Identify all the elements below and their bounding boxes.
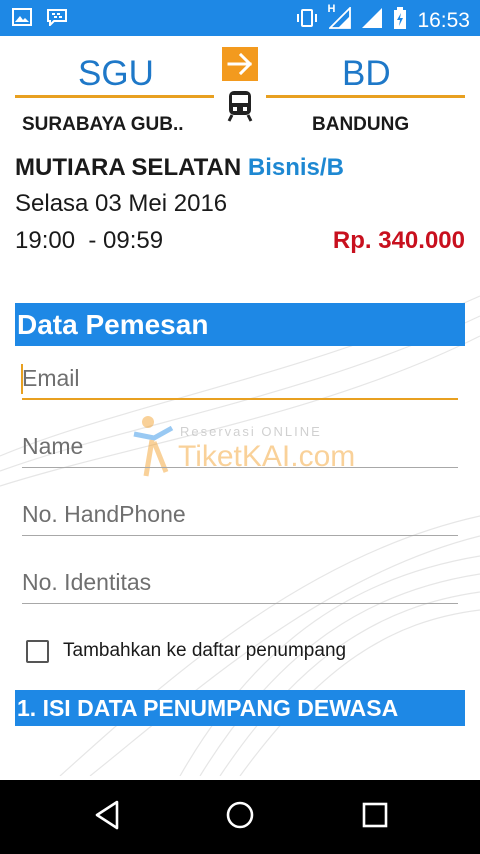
navigation-bar: [0, 780, 480, 854]
recent-apps-button[interactable]: [360, 798, 390, 837]
id-placeholder: No. Identitas: [22, 569, 152, 595]
battery-charging-icon: [393, 7, 407, 34]
email-placeholder: Email: [22, 365, 80, 391]
email-underline: [22, 398, 458, 400]
section-header-adult-passenger: 1. ISI DATA PENUMPANG DEWASA: [15, 690, 465, 726]
direction-arrow-icon: [222, 47, 258, 81]
phone-underline: [22, 535, 458, 536]
clock: 16:53: [417, 8, 470, 32]
back-button[interactable]: [92, 798, 122, 837]
section-title: Data Pemesan: [17, 309, 209, 340]
name-placeholder: Name: [22, 433, 84, 459]
train-icon: [226, 90, 254, 127]
route-line-left: [15, 95, 214, 98]
train-name: MUTIARA SELATAN: [15, 154, 242, 181]
home-circle-icon: [226, 801, 254, 829]
add-to-passenger-list-checkbox[interactable]: Tambahkan ke daftar penumpang: [26, 637, 346, 665]
bbm-icon: [46, 8, 68, 31]
section-header-data-pemesan: Data Pemesan: [15, 303, 465, 346]
passenger-section-title: 1. ISI DATA PENUMPANG DEWASA: [17, 695, 399, 721]
phone-placeholder: No. HandPhone: [22, 501, 186, 527]
train-info: MUTIARA SELATAN Bisnis/B: [15, 154, 344, 182]
ticket-price: Rp. 340.000: [332, 227, 465, 254]
destination-code: BD: [342, 54, 391, 93]
signal-icon: [361, 7, 383, 34]
home-button[interactable]: [224, 798, 256, 837]
vibrate-icon: [295, 8, 319, 33]
id-number-field[interactable]: No. Identitas: [22, 564, 458, 604]
name-field[interactable]: Name: [22, 428, 458, 468]
image-icon: [12, 8, 32, 31]
origin-code: SGU: [78, 54, 154, 93]
trip-time: 19:00 - 09:59: [15, 227, 164, 254]
route-line-right: [266, 95, 465, 98]
back-triangle-icon: [95, 800, 119, 830]
train-class: Bisnis/B: [247, 154, 344, 181]
network-type-label: H: [327, 3, 336, 15]
recent-square-icon: [362, 802, 388, 828]
id-underline: [22, 603, 458, 604]
booking-screen: Reservasi ONLINE TiketKAI.com SGU BD SUR…: [0, 36, 480, 780]
name-underline: [22, 467, 458, 468]
signal-h-icon: H: [327, 3, 352, 34]
destination-station: BANDUNG: [312, 114, 410, 135]
email-field[interactable]: Email: [21, 360, 458, 400]
trip-date: Selasa 03 Mei 2016: [15, 190, 228, 217]
origin-station: SURABAYA GUB..: [22, 114, 184, 135]
status-bar: H 16:53: [0, 0, 480, 36]
checkbox-label: Tambahkan ke daftar penumpang: [63, 640, 347, 661]
phone-field[interactable]: No. HandPhone: [22, 496, 458, 536]
checkbox-box[interactable]: [26, 639, 49, 663]
